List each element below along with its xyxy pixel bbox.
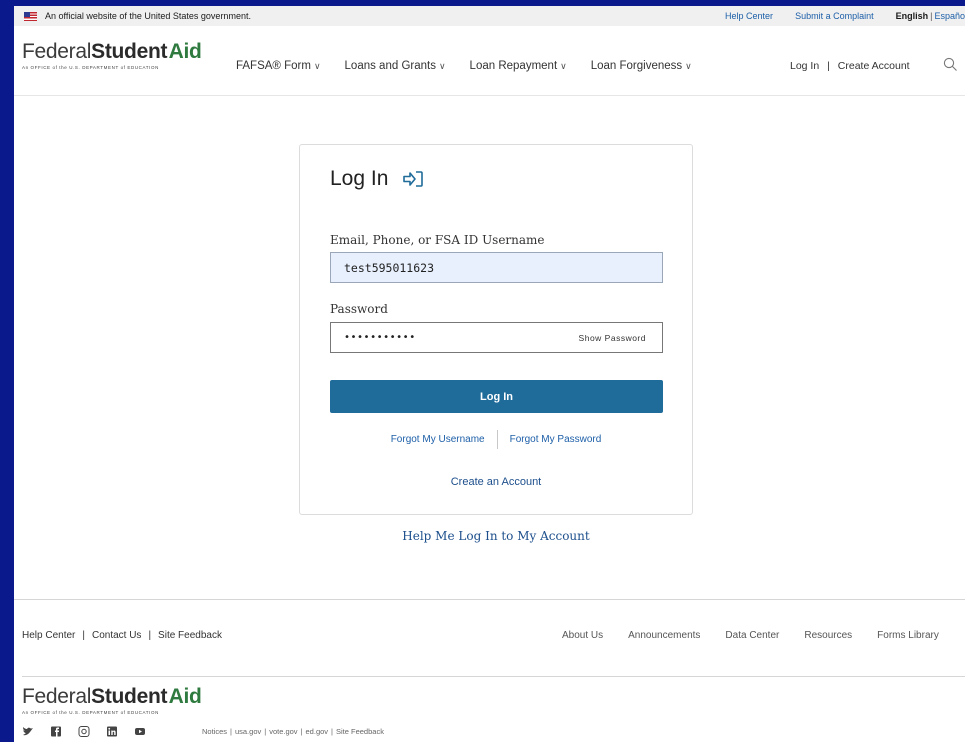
submit-complaint-link[interactable]: Submit a Complaint [795,11,874,21]
footer-contact-us-link[interactable]: Contact Us [92,630,141,641]
youtube-icon[interactable] [134,726,146,737]
official-website-text: An official website of the United States… [45,11,251,21]
header-login-link[interactable]: Log In [790,60,819,72]
account-links: Log In | Create Account [790,60,910,72]
sign-in-icon [403,171,424,187]
logo-subtitle: An OFFICE of the U.S. DEPARTMENT of EDUC… [22,65,159,70]
chevron-down-icon: ∨ [685,61,692,71]
header-create-account-link[interactable]: Create Account [838,60,910,72]
site-header: FederalStudent Aid An OFFICE of the U.S.… [14,26,965,96]
nav-forgiveness-label: Loan Forgiveness [590,60,683,72]
language-english[interactable]: English [896,11,929,21]
legal-votegov-link[interactable]: vote.gov [269,727,297,736]
password-label: Password [330,302,388,316]
footer-help-center-link[interactable]: Help Center [22,630,75,641]
username-label: Email, Phone, or FSA ID Username [330,233,545,247]
forgot-username-link[interactable]: Forgot My Username [391,434,485,449]
chevron-down-icon: ∨ [560,61,567,71]
password-value: ••••••••••• [344,332,416,343]
nav-loan-repayment[interactable]: Loan Repayment ∨ [470,60,567,72]
logo-text-aid: Aid [168,40,202,63]
site-footer: Help Center | Contact Us | Site Feedback Abo… [14,599,965,742]
password-field[interactable]: ••••••••••• Show Password [330,322,663,353]
language-separator: | [930,11,933,21]
nav-repayment-label: Loan Repayment [469,60,558,72]
nav-fafsa-label: FAFSA® Form [236,60,311,72]
social-links [22,726,162,737]
forgot-password-link[interactable]: Forgot My Password [510,434,602,449]
main-nav: FAFSA® Form ∨ Loans and Grants ∨ Loan Repa… [236,60,716,72]
language-spanish[interactable]: Españo [934,11,965,21]
linkedin-icon[interactable] [106,726,118,737]
facebook-icon[interactable] [50,726,62,737]
logo-text-federal: Federal [22,40,92,63]
logo-text-student: Student [91,40,168,63]
legal-notices-link[interactable]: Notices [202,727,227,736]
footer-site-feedback-link[interactable]: Site Feedback [158,630,222,641]
username-field[interactable]: test595011623 [330,252,663,283]
nav-loans-label: Loans and Grants [344,60,436,72]
footer-fsa-logo[interactable]: FederalStudent Aid An OFFICE of the U.S.… [22,685,202,715]
footer-divider [22,676,965,677]
footer-logo-text-federal: Federal [22,685,92,708]
nav-loan-forgiveness[interactable]: Loan Forgiveness ∨ [591,60,692,72]
nav-fafsa-form[interactable]: FAFSA® Form ∨ [236,60,321,72]
legal-edgov-link[interactable]: ed.gov [306,727,329,736]
instagram-icon[interactable] [78,726,90,737]
divider [496,430,498,449]
help-center-link[interactable]: Help Center [725,11,773,21]
legal-site-feedback-link[interactable]: Site Feedback [336,727,384,736]
footer-right-links: About Us Announcements Data Center Resou… [562,630,964,641]
login-button[interactable]: Log In [330,380,663,413]
footer-resources-link[interactable]: Resources [804,630,852,641]
footer-logo-subtitle: An OFFICE of the U.S. DEPARTMENT of EDUC… [22,710,159,715]
chevron-down-icon: ∨ [438,61,446,71]
nav-loans-and-grants[interactable]: Loans and Grants ∨ [345,60,446,72]
footer-left-links: Help Center | Contact Us | Site Feedback [22,630,222,641]
gov-banner: An official website of the United States… [14,6,965,26]
browser-page: An official website of the United States… [14,6,965,742]
login-title-text: Log In [330,167,389,190]
legal-usagov-link[interactable]: usa.gov [235,727,261,736]
show-password-button[interactable]: Show Password [579,333,646,343]
login-card: Log In Email, Phone, or FSA ID Username … [299,144,693,515]
chevron-down-icon: ∨ [313,61,321,71]
utility-links: Help Center Submit a Complaint English |… [725,6,965,26]
account-separator: | [827,60,830,72]
footer-about-us-link[interactable]: About Us [562,630,603,641]
fsa-logo[interactable]: FederalStudent Aid An OFFICE of the U.S.… [22,40,202,70]
help-login-link[interactable]: Help Me Log In to My Account [299,529,693,543]
footer-logo-text-aid: Aid [168,685,202,708]
login-title: Log In [330,167,424,191]
footer-logo-text-student: Student [91,685,168,708]
twitter-icon[interactable] [22,726,34,737]
create-account-link[interactable]: Create an Account [300,476,692,488]
us-flag-icon [24,11,37,21]
footer-announcements-link[interactable]: Announcements [628,630,700,641]
legal-links: Notices | usa.gov | vote.gov | ed.gov | Site Fee… [202,727,384,736]
search-icon[interactable] [943,57,957,71]
forgot-links: Forgot My Username Forgot My Password [300,430,692,449]
footer-forms-library-link[interactable]: Forms Library [877,630,939,641]
footer-data-center-link[interactable]: Data Center [725,630,779,641]
